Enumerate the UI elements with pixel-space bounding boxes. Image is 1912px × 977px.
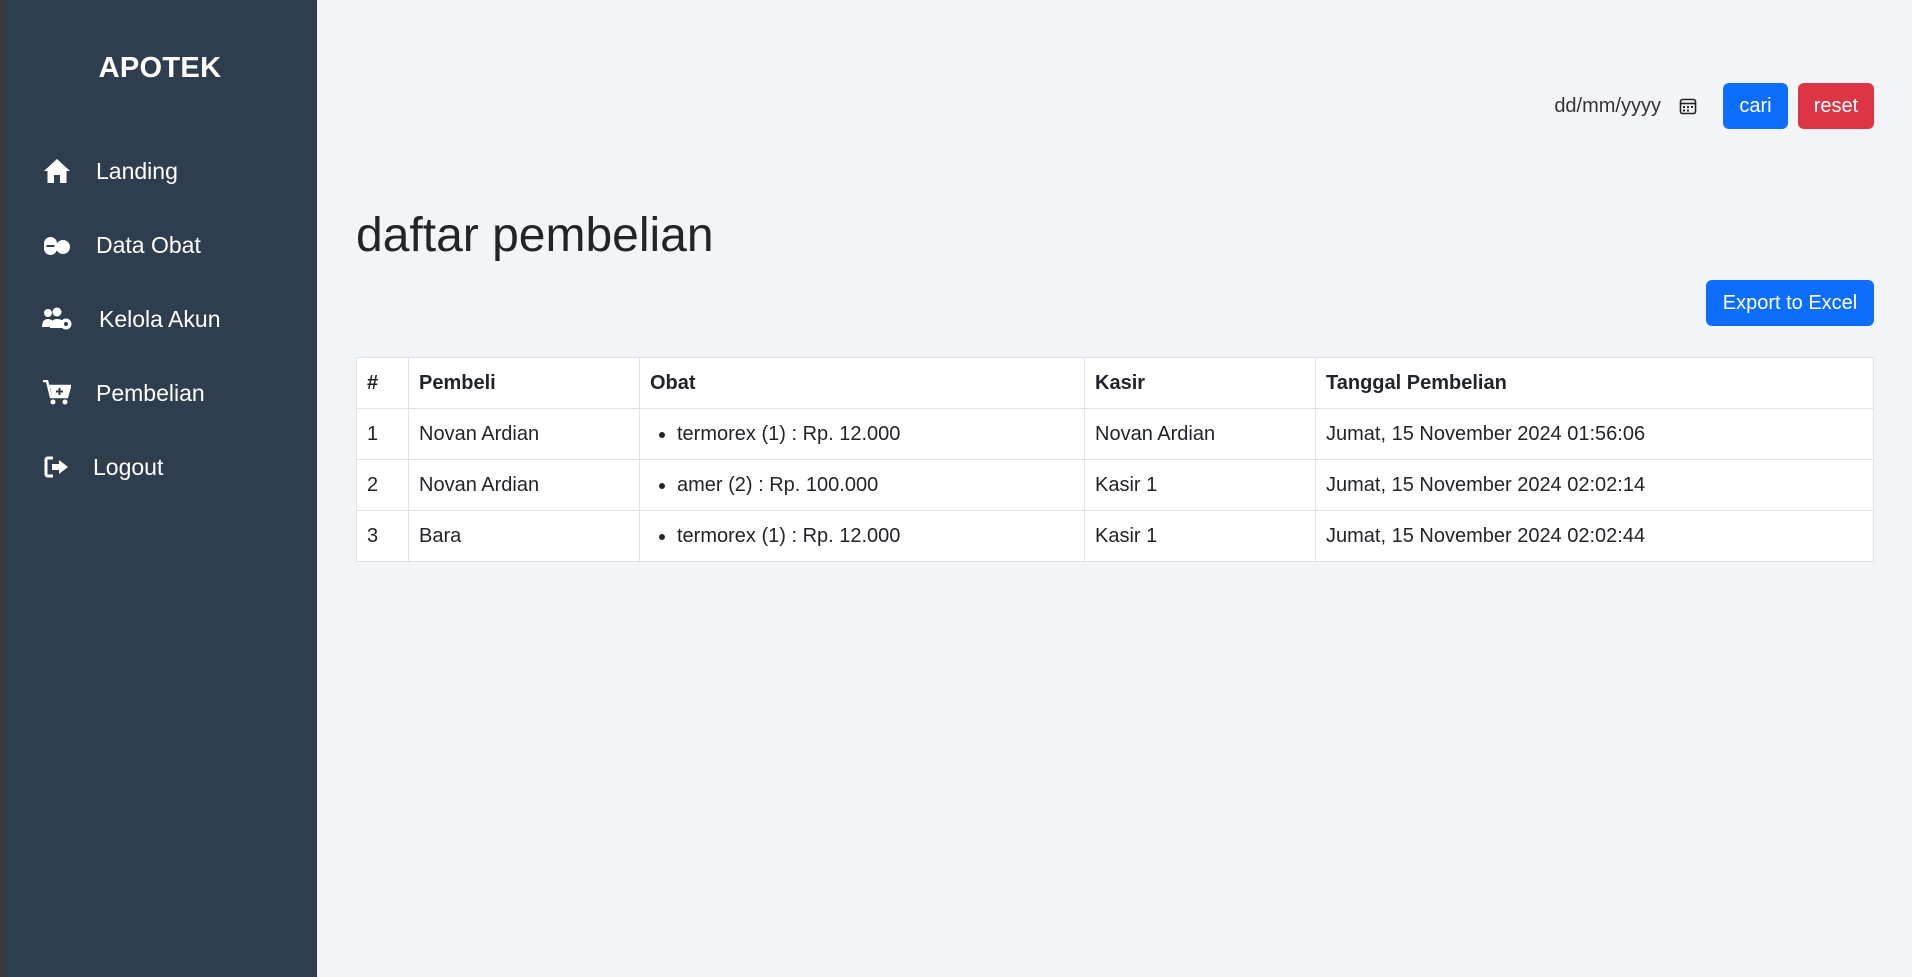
sidebar-item-label: Data Obat [96,231,201,258]
sidebar-item-pembelian[interactable]: Pembelian [4,356,317,430]
sidebar-item-label: Pembelian [96,379,205,406]
cell-number: 2 [356,459,409,511]
table-row: 2 Novan Ardian amer (2) : Rp. 100.000 Ka… [356,459,1874,511]
table-row: 1 Novan Ardian termorex (1) : Rp. 12.000… [356,408,1874,460]
date-filter-bar: dd/mm/yyyy cari reset [1554,83,1874,129]
obat-item: termorex (1) : Rp. 12.000 [677,525,1074,548]
sidebar-nav: Landing Data Obat Kelola Akun Pembelian [4,134,317,504]
header-pembeli: Pembeli [408,357,640,409]
brand-title: APOTEK [98,52,222,84]
header-kasir: Kasir [1084,357,1316,409]
cell-kasir: Kasir 1 [1084,510,1316,562]
sidebar-item-landing[interactable]: Landing [4,134,317,208]
app: APOTEK Landing Data Obat Kelola Akun Pem… [0,0,1912,977]
header-number: # [356,357,409,409]
logout-icon [42,452,72,482]
cell-number: 1 [356,408,409,460]
home-icon [42,156,72,186]
sidebar-item-logout[interactable]: Logout [4,430,317,504]
sidebar-item-data-obat[interactable]: Data Obat [4,208,317,282]
pills-icon [42,230,72,260]
cell-obat: amer (2) : Rp. 100.000 [639,459,1085,511]
purchase-table-container: # Pembeli Obat Kasir Tanggal Pembelian 1… [356,357,1874,562]
cell-tanggal: Jumat, 15 November 2024 01:56:06 [1315,408,1874,460]
search-button[interactable]: cari [1723,83,1788,129]
cell-kasir: Novan Ardian [1084,408,1316,460]
reset-button[interactable]: reset [1798,83,1874,129]
obat-item: termorex (1) : Rp. 12.000 [677,423,1074,446]
calendar-icon[interactable] [1679,96,1699,116]
obat-item: amer (2) : Rp. 100.000 [677,474,1074,497]
cell-tanggal: Jumat, 15 November 2024 02:02:14 [1315,459,1874,511]
sidebar-item-kelola-akun[interactable]: Kelola Akun [4,282,317,356]
cell-kasir: Kasir 1 [1084,459,1316,511]
cell-pembeli: Novan Ardian [408,408,640,460]
sidebar-item-label: Kelola Akun [99,305,221,332]
header-obat: Obat [639,357,1085,409]
table-row: 3 Bara termorex (1) : Rp. 12.000 Kasir 1… [356,510,1874,562]
date-input[interactable]: dd/mm/yyyy [1554,83,1699,129]
cell-number: 3 [356,510,409,562]
date-placeholder: dd/mm/yyyy [1554,94,1661,117]
cell-pembeli: Novan Ardian [408,459,640,511]
cart-plus-icon [42,378,72,408]
main-content: dd/mm/yyyy cari reset daftar pembelian E… [317,0,1912,977]
cell-tanggal: Jumat, 15 November 2024 02:02:44 [1315,510,1874,562]
purchase-table: # Pembeli Obat Kasir Tanggal Pembelian 1… [356,357,1874,562]
table-header-row: # Pembeli Obat Kasir Tanggal Pembelian [356,357,1874,409]
export-excel-button[interactable]: Export to Excel [1706,280,1874,326]
cell-obat: termorex (1) : Rp. 12.000 [639,510,1085,562]
sidebar: APOTEK Landing Data Obat Kelola Akun Pem… [0,0,317,977]
sidebar-item-label: Logout [93,453,164,480]
page-title: daftar pembelian [356,209,714,262]
users-gear-icon [42,304,72,334]
sidebar-item-label: Landing [96,157,178,184]
cell-obat: termorex (1) : Rp. 12.000 [639,408,1085,460]
header-tanggal: Tanggal Pembelian [1315,357,1874,409]
cell-pembeli: Bara [408,510,640,562]
